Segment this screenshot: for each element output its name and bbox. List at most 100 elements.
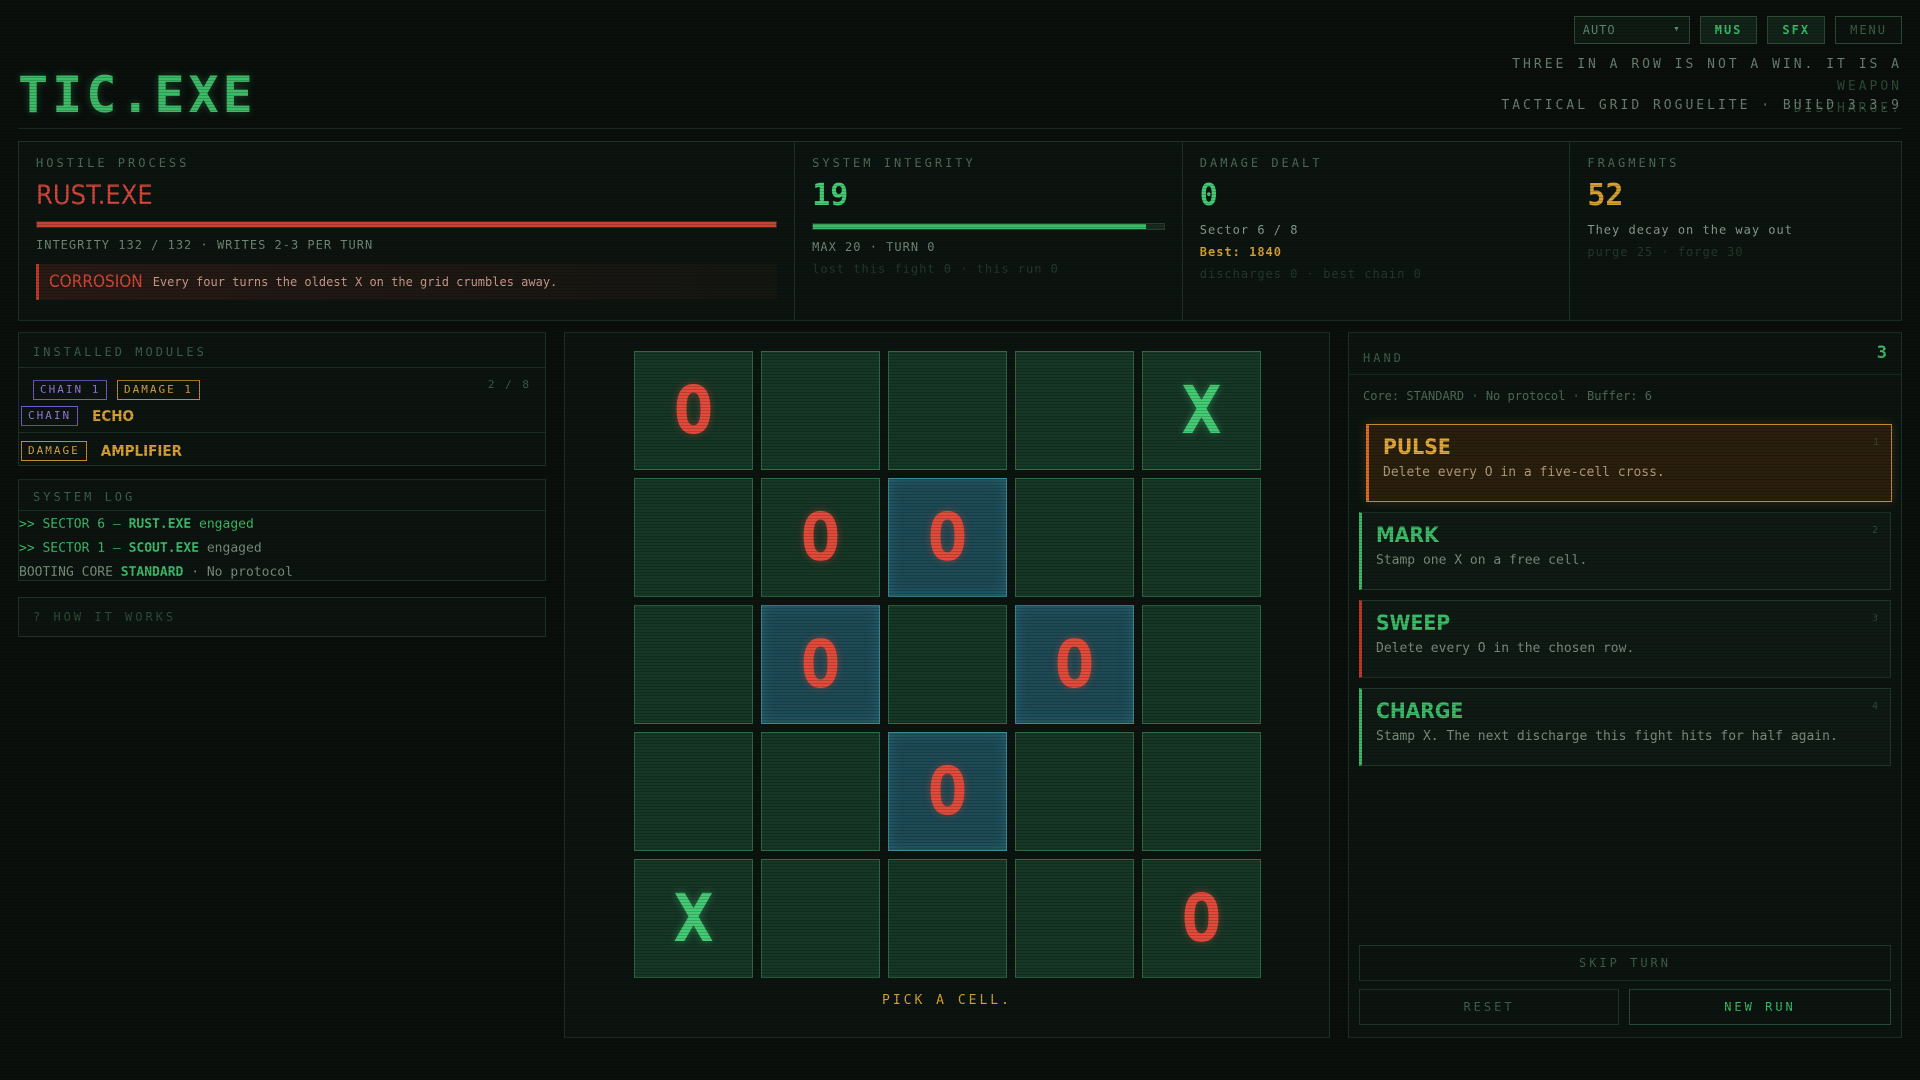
board-cell-r3-c3[interactable] [888,605,1007,724]
system-log-panel: SYSTEM LOG >> SECTOR 6 — RUST.EXE engage… [18,479,546,581]
header-divider [18,128,1902,129]
board-cell-r2-c5[interactable] [1142,478,1261,597]
card-number: 3 [1871,613,1878,624]
board-cell-r4-c5[interactable] [1142,732,1261,851]
new-run-button[interactable]: NEW RUN [1629,989,1891,1025]
hand-header: HAND 3 [1349,333,1901,375]
fragments-note: They decay on the way out [1587,223,1793,237]
board-cell-r3-c1[interactable] [634,605,753,724]
board-cell-r3-c4[interactable]: O [1015,605,1134,724]
core-info: Core: STANDARD · No protocol · Buffer: 6 [1363,389,1652,403]
board-cell-r2-c3[interactable]: O [888,478,1007,597]
module-name: ECHO [92,407,135,425]
board-cell-r3-c2[interactable]: O [761,605,880,724]
enemy-integrity-text: INTEGRITY 132 / 132 · WRITES 2-3 PER TUR… [36,238,374,252]
trait-desc: Every four turns the oldest X on the gri… [152,275,558,289]
player-mark-x: X [1181,372,1222,449]
board-cell-r5-c5[interactable]: O [1142,859,1261,978]
board-cell-r4-c1[interactable] [634,732,753,851]
board-cell-r1-c2[interactable] [761,351,880,470]
integrity-line1: MAX 20 · TURN 0 [812,240,936,254]
reset-button[interactable]: RESET [1359,989,1619,1025]
fragments-label: FRAGMENTS [1587,156,1680,170]
module-row[interactable]: DAMAGE AMPLIFIER [19,433,545,467]
module-row[interactable]: CHAIN ECHO [19,404,545,433]
integrity-bar [812,223,1165,230]
music-toggle-button[interactable]: MUS [1699,16,1758,44]
integrity-label: SYSTEM INTEGRITY [812,156,976,170]
sector-text: Sector 6 / 8 [1199,223,1299,237]
enemy-mark-o: O [927,753,968,830]
enemy-mark-o: O [1181,880,1222,957]
enemy-mark-o: O [800,626,841,703]
hand-panel: HAND 3 Core: STANDARD · No protocol · Bu… [1348,332,1902,1038]
best-text: Best: 1840 [1199,245,1282,259]
player-mark-x: X [673,880,714,957]
stats-band: HOSTILE PROCESS RUST.EXE INTEGRITY 132 /… [18,141,1902,321]
integrity-panel: SYSTEM INTEGRITY 19 MAX 20 · TURN 0 lost… [795,142,1183,320]
enemy-trait: CORROSION Every four turns the oldest X … [36,264,778,300]
chevron-down-icon: ▾ [1673,22,1681,35]
board-cell-r4-c2[interactable] [761,732,880,851]
module-name: AMPLIFIER [100,442,182,460]
board-cell-r2-c2[interactable]: O [761,478,880,597]
damage-panel: DAMAGE DEALT 0 Sector 6 / 8 Best: 1840 d… [1183,142,1571,320]
fragments-panel: FRAGMENTS 52 They decay on the way out p… [1570,142,1901,320]
game-board: OXOOOOOXO PICK A CELL. [564,332,1330,1038]
hand-count: 3 [1876,343,1887,363]
game-title: TIC.EXE [18,66,257,124]
trait-name: CORROSION [49,272,143,292]
log-line: BOOTING CORE STANDARD · No protocol [19,565,293,580]
card-pulse[interactable]: PULSE Delete every O in a five-cell cros… [1366,424,1892,502]
mode-select[interactable]: AUTO ▾ [1573,16,1690,44]
tagline-highlight-1: WEAPON [1837,79,1902,94]
card-sweep[interactable]: SWEEP Delete every O in the chosen row. … [1359,600,1891,678]
modules-summary: CHAIN 1 DAMAGE 1 2 / 8 [19,368,545,404]
board-cell-r1-c3[interactable] [888,351,1007,470]
module-tag: CHAIN [21,406,79,426]
card-charge[interactable]: CHARGE Stamp X. The next discharge this … [1359,688,1891,766]
enemy-name: RUST.EXE [36,180,153,211]
board-cell-r1-c5[interactable]: X [1142,351,1261,470]
board-cell-r5-c3[interactable] [888,859,1007,978]
card-title: SWEEP [1376,611,1451,635]
enemy-mark-o: O [1054,626,1095,703]
board-cell-r5-c4[interactable] [1015,859,1134,978]
board-prompt: PICK A CELL. [882,993,1012,1008]
sfx-toggle-button[interactable]: SFX [1767,16,1826,44]
menu-button[interactable]: MENU [1835,16,1902,44]
board-cell-r5-c1[interactable]: X [634,859,753,978]
card-desc: Stamp X. The next discharge this fight h… [1376,729,1838,744]
board-cell-r1-c1[interactable]: O [634,351,753,470]
damage-label: DAMAGE DEALT [1199,156,1323,170]
board-cell-r2-c4[interactable] [1015,478,1134,597]
card-mark[interactable]: MARK Stamp one X on a free cell. 2 [1359,512,1891,590]
card-title: PULSE [1383,435,1451,459]
enemy-integrity-bar [36,221,778,228]
modules-panel: INSTALLED MODULES CHAIN 1 DAMAGE 1 2 / 8… [18,332,546,466]
fragments-value: 52 [1587,178,1624,213]
mode-select-value: AUTO [1582,23,1616,37]
board-cell-r2-c1[interactable] [634,478,753,597]
how-it-works-button[interactable]: ? HOW IT WORKS [18,597,546,637]
skip-turn-button[interactable]: SKIP TURN [1359,945,1891,981]
card-number: 2 [1871,525,1878,536]
log-line: >> SECTOR 6 — RUST.EXE engaged [19,517,254,532]
damage-value: 0 [1199,178,1218,213]
board-cell-r5-c2[interactable] [761,859,880,978]
board-cell-r4-c4[interactable] [1015,732,1134,851]
summary-chip-chain: CHAIN 1 [33,380,108,400]
log-label: SYSTEM LOG [19,480,545,511]
modules-count: 2 / 8 [487,378,531,391]
summary-chip-damage: DAMAGE 1 [117,380,200,400]
board-cell-r1-c4[interactable] [1015,351,1134,470]
tagline-main: THREE IN A ROW IS NOT A WIN. IT IS A [1512,57,1902,72]
board-cell-r3-c5[interactable] [1142,605,1261,724]
card-number: 4 [1871,701,1878,712]
integrity-fill [813,224,1147,229]
card-desc: Stamp one X on a free cell. [1376,553,1588,568]
enemy-panel: HOSTILE PROCESS RUST.EXE INTEGRITY 132 /… [19,142,796,320]
board-cell-r4-c3[interactable]: O [888,732,1007,851]
card-title: CHARGE [1376,699,1464,723]
damage-line3: discharges 0 · best chain 0 [1199,267,1422,281]
